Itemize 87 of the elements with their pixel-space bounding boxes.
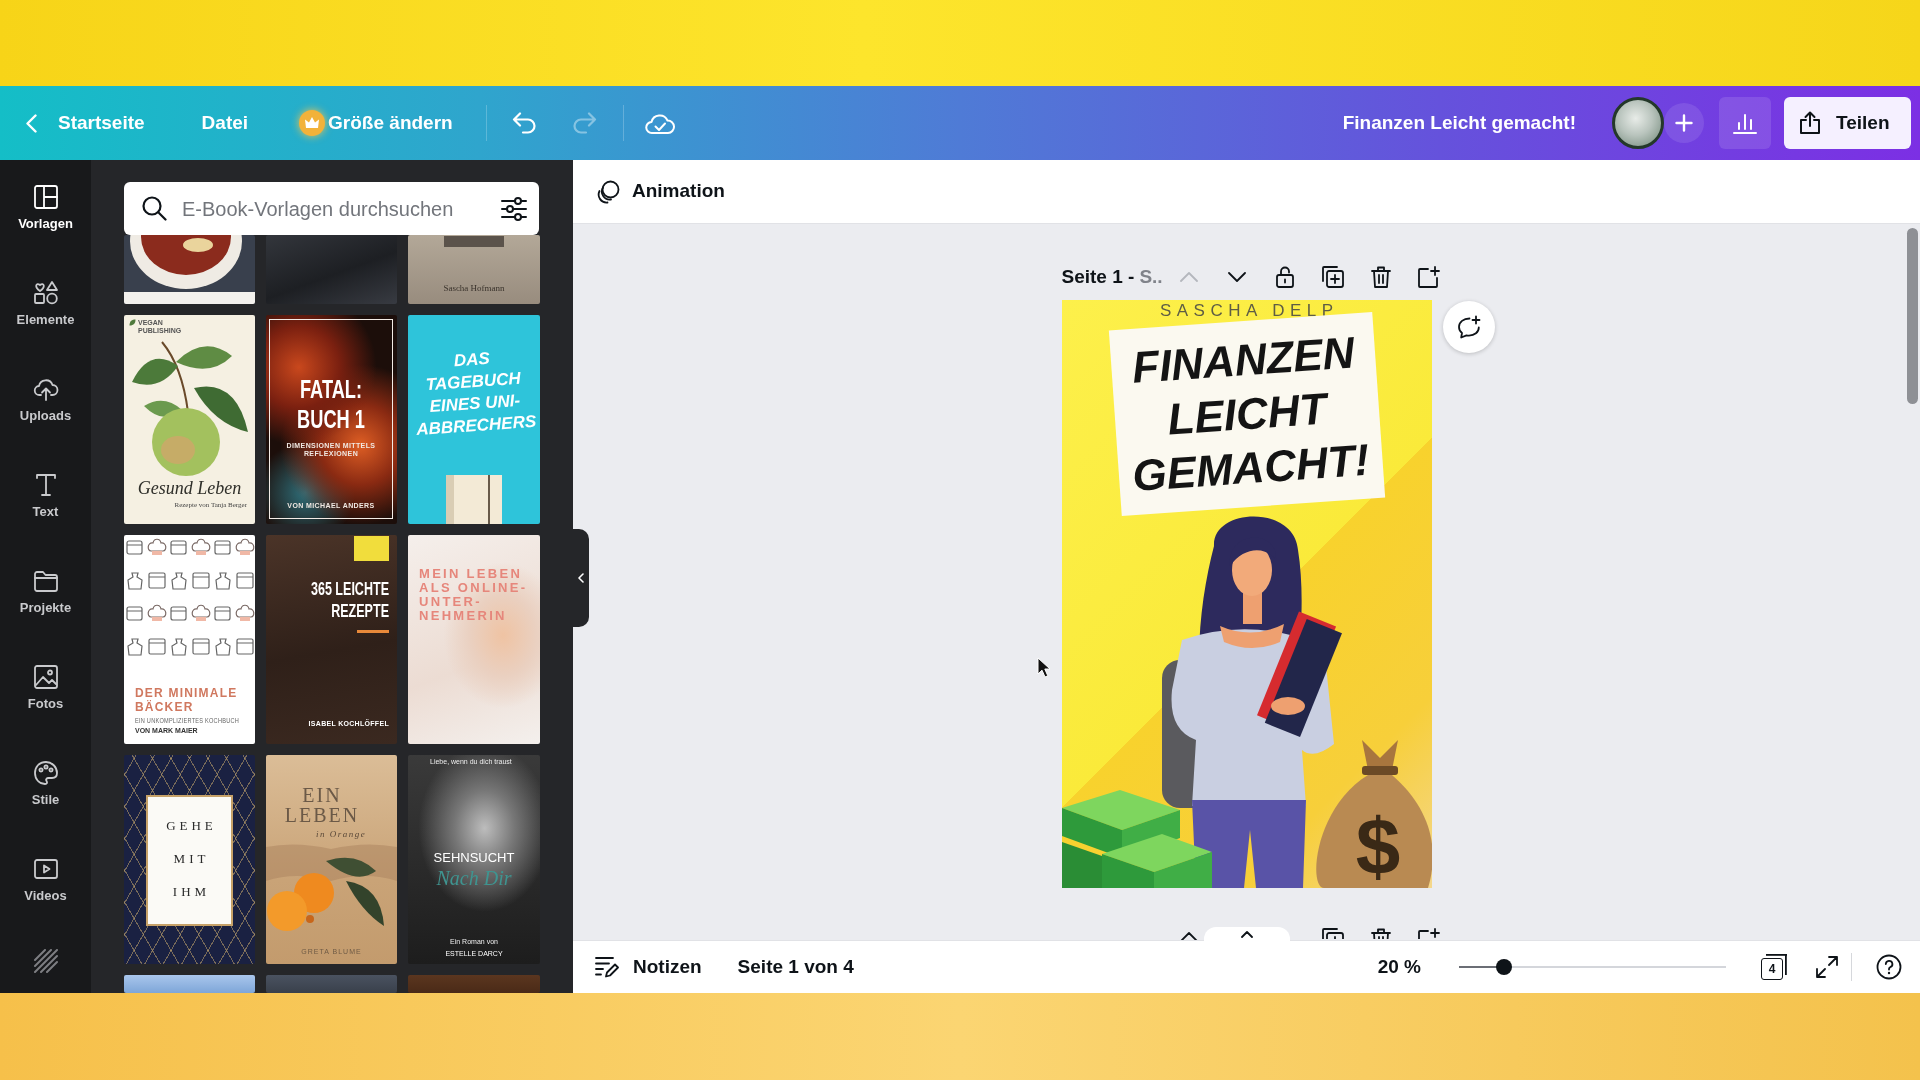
animation-button[interactable]: Animation <box>592 171 729 212</box>
undo-icon <box>511 112 536 134</box>
user-avatar[interactable] <box>1612 97 1664 149</box>
template-thumbnail[interactable]: Sascha Hofmann <box>408 235 540 304</box>
animation-icon <box>596 179 620 204</box>
sidebar-tab[interactable]: Vorlagen <box>0 160 91 256</box>
cover-title: DAS TAGEBUCH EINES UNI-ABBRECHERS <box>414 347 538 442</box>
notes-button[interactable]: Notizen <box>593 948 704 986</box>
invite-button[interactable] <box>1664 103 1704 143</box>
cover-title: DER MINIMALE BÄCKER <box>135 686 239 714</box>
palette-icon <box>32 760 59 786</box>
add-comment-button[interactable] <box>1442 301 1495 353</box>
slider-thumb[interactable] <box>1496 959 1513 975</box>
title-word: MIT <box>172 852 210 866</box>
search-field[interactable]: E-Book-Vorlagen durchsuchen <box>124 182 539 235</box>
notebook-drawing <box>444 475 504 524</box>
cover-subtitle: in Orange <box>316 829 367 839</box>
filter-icon[interactable] <box>501 196 527 221</box>
add-page-icon[interactable] <box>1417 266 1440 288</box>
cursor-icon <box>1037 657 1051 678</box>
sticker-icon <box>354 536 389 561</box>
cover-title: MEIN LEBEN ALS ONLINE-UNTER-NEHMERIN <box>419 567 529 623</box>
add-page-icon[interactable] <box>1417 928 1440 939</box>
insights-button[interactable] <box>1719 97 1771 149</box>
trash-icon[interactable] <box>1370 266 1391 288</box>
cover-title: Gesund Leben <box>137 478 242 498</box>
cover-subtitle: Nach Dir <box>436 868 512 888</box>
fullscreen-icon[interactable] <box>1816 956 1838 978</box>
template-thumbnail[interactable] <box>266 975 397 993</box>
stripes-icon[interactable] <box>33 948 58 973</box>
layout-icon <box>32 184 59 210</box>
cloud-upload-icon <box>32 376 59 402</box>
cover-title: FATAL: BUCH 1 <box>296 374 366 434</box>
image-icon <box>32 664 59 690</box>
template-thumbnail[interactable] <box>408 975 540 993</box>
help-icon[interactable] <box>1876 954 1902 980</box>
pages-handle[interactable] <box>1203 927 1290 941</box>
sidebar-tab[interactable]: Fotos <box>0 640 91 736</box>
title-word: GEHE <box>165 819 217 833</box>
chevron-left-icon <box>578 573 584 583</box>
notes-icon <box>595 956 619 978</box>
duplicate-icon[interactable] <box>1321 266 1344 288</box>
dollar-sign: $ <box>1355 802 1400 888</box>
duplicate-icon[interactable] <box>1321 928 1344 939</box>
cover-title: EIN LEBEN <box>283 785 361 825</box>
padlock-icon[interactable] <box>1275 266 1294 288</box>
search-input[interactable]: E-Book-Vorlagen durchsuchen <box>182 193 501 224</box>
page-indicator[interactable]: Seite 1 von 4 <box>735 948 856 986</box>
sidebar-tab[interactable]: Uploads <box>0 352 91 448</box>
leaf-icon <box>129 319 136 326</box>
bar-chart-icon <box>1733 112 1757 134</box>
template-thumbnail[interactable] <box>266 235 397 304</box>
cover-title: 365 LEICHTE REZEPTE <box>309 578 389 622</box>
sidebar-tab[interactable]: Stile <box>0 736 91 832</box>
cloud-check-icon <box>644 111 675 135</box>
folder-icon <box>32 568 59 594</box>
cover-title: SEHNSUCHT <box>433 850 515 865</box>
share-button[interactable]: Teilen <box>1784 97 1911 149</box>
cover-band <box>444 236 504 247</box>
share-icon <box>1798 111 1822 135</box>
template-thumbnail[interactable]: GEHE MIT IHM <box>124 755 255 964</box>
trash-icon[interactable] <box>1370 928 1391 939</box>
redo-icon <box>572 112 597 134</box>
sidebar-tab[interactable]: Projekte <box>0 544 91 640</box>
shapes-icon <box>32 280 59 306</box>
template-thumbnail[interactable] <box>124 235 255 304</box>
search-icon <box>142 196 167 221</box>
document-title[interactable]: Finanzen Leicht gemacht! <box>1342 108 1576 138</box>
template-thumbnail[interactable] <box>124 975 255 993</box>
title-word: IHM <box>171 885 211 899</box>
cover-author: Sascha Hofmann <box>443 283 505 294</box>
page-label: Seite 1 - <box>1061 265 1135 289</box>
chevron-down-icon[interactable] <box>1227 272 1246 282</box>
zoom-reading[interactable]: 20 % <box>1377 952 1421 982</box>
collapse-panel-button[interactable] <box>573 529 589 627</box>
chevron-up-icon[interactable] <box>1179 932 1198 940</box>
scrollbar-thumb[interactable] <box>1907 228 1918 404</box>
plus-icon <box>1675 114 1693 132</box>
sidebar-tab[interactable]: Text <box>0 448 91 544</box>
sidebar-tab[interactable]: Videos <box>0 832 91 928</box>
back-chevron-icon <box>26 113 37 133</box>
video-icon <box>32 856 59 882</box>
page-count-button[interactable]: 4 <box>1761 954 1787 980</box>
crown-icon <box>299 110 326 136</box>
comment-plus-icon <box>1456 315 1481 339</box>
sidebar-tab[interactable]: Elemente <box>0 256 91 352</box>
caret-up-icon <box>1240 930 1253 938</box>
